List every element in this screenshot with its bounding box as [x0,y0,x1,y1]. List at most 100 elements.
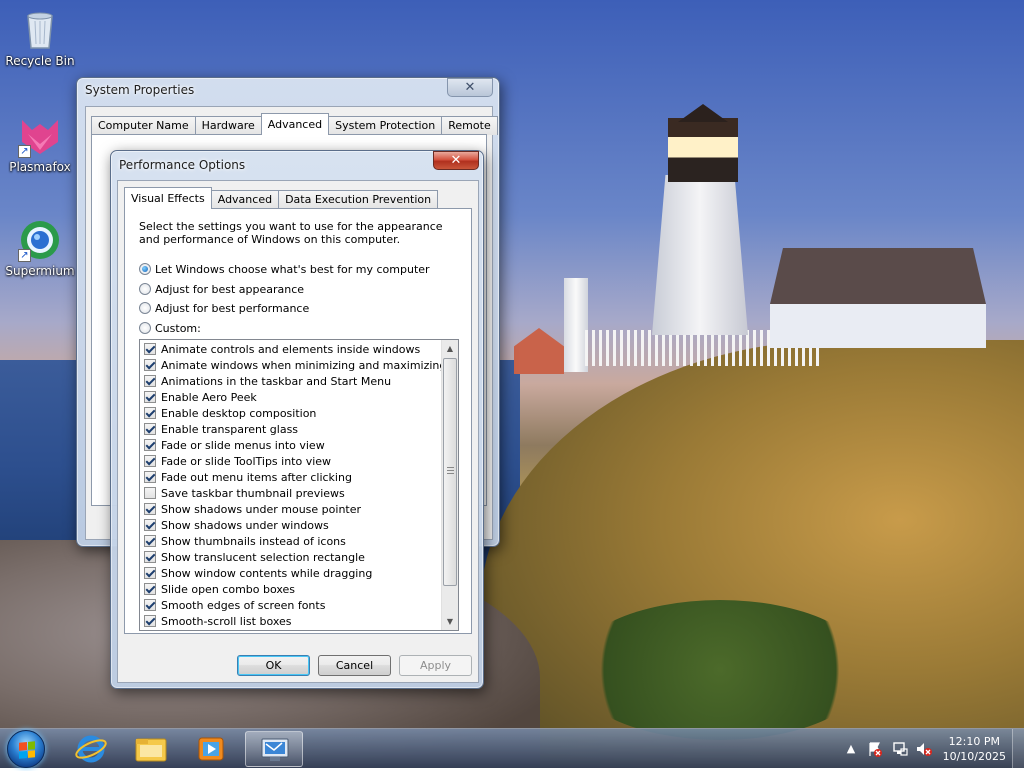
radio-button[interactable] [139,302,151,314]
wallpaper-lighthouse [652,175,748,335]
tray-chevron-icon[interactable]: ▲ [843,741,859,757]
system-properties-icon [261,738,289,761]
list-item[interactable]: Show translucent selection rectangle [144,549,365,565]
scroll-up-icon[interactable]: ▲ [442,340,458,357]
checkbox[interactable] [144,551,156,563]
taskbar-internet-explorer[interactable] [62,731,120,767]
wallpaper-house [770,248,986,348]
radio-label: Custom: [155,321,201,335]
list-item[interactable]: Animations in the taskbar and Start Menu [144,373,391,389]
checkbox[interactable] [144,519,156,531]
scroll-down-icon[interactable]: ▼ [442,613,458,630]
checkbox[interactable] [144,535,156,547]
taskbar: ▲ 12:10 PM 10/10/2025 [0,728,1024,769]
network-icon[interactable] [892,741,908,757]
taskbar-clock[interactable]: 12:10 PM 10/10/2025 [943,734,1006,764]
checkbox[interactable] [144,423,156,435]
taskbar-media-player[interactable] [182,731,240,767]
tab-advanced[interactable]: Advanced [210,190,280,209]
checkbox[interactable] [144,471,156,483]
list-item[interactable]: Enable Aero Peek [144,389,257,405]
ok-button[interactable]: OK [237,655,310,676]
desktop-icon-label: Supermium [5,264,75,278]
wallpaper-cap [678,104,728,122]
windows-logo-icon [19,741,35,759]
list-item[interactable]: Fade or slide ToolTips into view [144,453,331,469]
apply-button[interactable]: Apply [399,655,472,676]
desktop-icon-supermium[interactable]: ↗ Supermium [2,218,78,278]
checkbox[interactable] [144,359,156,371]
radio-label: Let Windows choose what's best for my co… [155,262,430,276]
list-item[interactable]: Show thumbnails instead of icons [144,533,346,549]
radio-best-performance[interactable]: Adjust for best performance [139,300,309,316]
checkbox[interactable] [144,583,156,595]
list-item[interactable]: Enable desktop composition [144,405,316,421]
media-player-icon [198,737,224,761]
show-desktop-button[interactable] [1012,729,1024,769]
list-item[interactable]: Show shadows under mouse pointer [144,501,361,517]
action-center-icon[interactable] [867,741,883,757]
tab-remote[interactable]: Remote [441,116,498,135]
list-item[interactable]: Show window contents while dragging [144,565,372,581]
tab-hardware[interactable]: Hardware [194,116,262,135]
radio-button[interactable] [139,283,151,295]
start-button[interactable] [7,730,45,768]
clock-date: 10/10/2025 [942,750,1006,763]
supermium-icon: ↗ [18,218,62,262]
grip-icon [447,467,454,476]
listbox-scrollbar[interactable]: ▲ ▼ [441,340,458,630]
taskbar-system-properties[interactable] [245,731,303,767]
list-item[interactable]: Save taskbar thumbnail previews [144,485,345,501]
scroll-thumb[interactable] [443,358,457,586]
shortcut-arrow-icon: ↗ [18,249,31,262]
list-item[interactable]: Smooth-scroll list boxes [144,613,292,629]
close-button[interactable]: ✕ [433,151,479,170]
checkbox[interactable] [144,455,156,467]
checkbox[interactable] [144,503,156,515]
list-item[interactable]: Fade or slide menus into view [144,437,325,453]
volume-muted-icon[interactable] [916,741,932,757]
radio-custom[interactable]: Custom: [139,320,201,336]
tab-advanced[interactable]: Advanced [260,113,330,135]
checkbox[interactable] [144,599,156,611]
list-item[interactable]: Fade out menu items after clicking [144,469,352,485]
radio-best-appearance[interactable]: Adjust for best appearance [139,281,304,297]
desktop-icon-plasmafox[interactable]: ↗ Plasmafox [2,114,78,174]
radio-label: Adjust for best performance [155,301,310,315]
desktop-icon-label: Recycle Bin [5,54,75,68]
close-button[interactable]: ✕ [447,78,493,97]
checkbox[interactable] [144,487,156,499]
radio-button[interactable] [139,322,151,334]
tab-visual-effects[interactable]: Visual Effects [124,187,212,209]
tab-computer-name[interactable]: Computer Name [91,116,196,135]
radio-button[interactable] [139,263,151,275]
radio-let-windows-choose[interactable]: Let Windows choose what's best for my co… [139,261,430,277]
list-item[interactable]: Enable transparent glass [144,421,298,437]
cancel-button[interactable]: Cancel [318,655,391,676]
checkbox[interactable] [144,615,156,627]
system-properties-tabs: Computer Name Hardware Advanced System P… [91,113,498,135]
list-item[interactable]: Show shadows under windows [144,517,329,533]
wallpaper-shed [514,328,564,374]
list-item[interactable]: Smooth edges of screen fonts [144,597,325,613]
wallpaper-bush [570,600,870,740]
recycle-bin-icon [18,8,62,52]
tab-data-execution-prevention[interactable]: Data Execution Prevention [278,190,439,209]
visual-effects-listbox[interactable]: Animate controls and elements inside win… [139,339,459,631]
list-item[interactable]: Animate windows when minimizing and maxi… [144,357,446,373]
internet-explorer-icon [75,735,107,763]
checkbox[interactable] [144,439,156,451]
tab-system-protection[interactable]: System Protection [328,116,443,135]
checkbox[interactable] [144,567,156,579]
performance-options-client: Visual Effects Advanced Data Execution P… [117,180,479,683]
checkbox[interactable] [144,343,156,355]
desktop-icon-recycle-bin[interactable]: Recycle Bin [2,8,78,68]
shortcut-arrow-icon: ↗ [18,145,31,158]
list-item[interactable]: Animate controls and elements inside win… [144,341,420,357]
performance-options-window[interactable]: Performance Options ✕ Visual Effects Adv… [110,150,484,689]
list-item[interactable]: Slide open combo boxes [144,581,295,597]
checkbox[interactable] [144,407,156,419]
taskbar-file-explorer[interactable] [122,731,180,767]
checkbox[interactable] [144,375,156,387]
checkbox[interactable] [144,391,156,403]
